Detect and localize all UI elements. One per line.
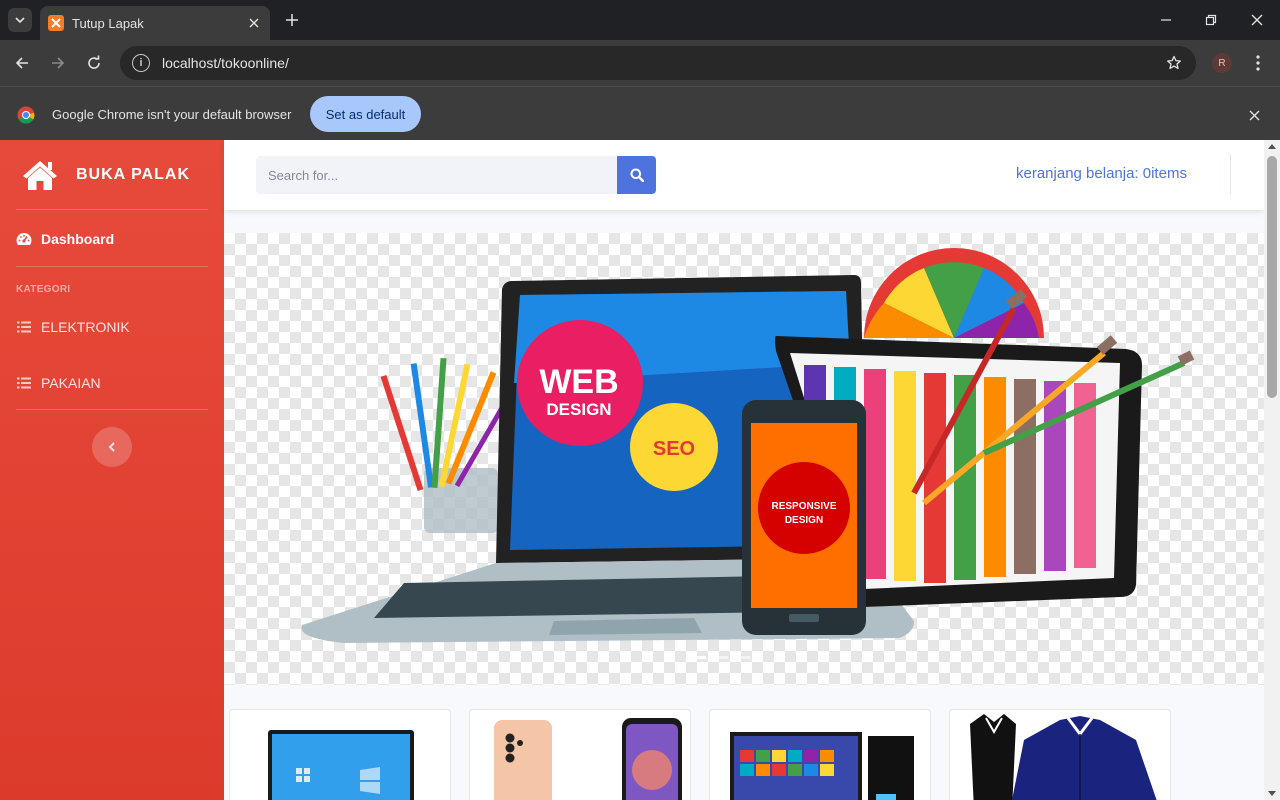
product-card[interactable] bbox=[949, 709, 1171, 800]
phone-product-image bbox=[494, 718, 682, 800]
default-browser-infobar: Google Chrome isn't your default browser… bbox=[0, 86, 1280, 140]
sidebar-item-label: ELEKTRONIK bbox=[41, 319, 130, 335]
scroll-down-arrow-icon[interactable] bbox=[1268, 791, 1276, 796]
laptop-text-web: WEB bbox=[539, 363, 618, 401]
shirt-product-image bbox=[970, 714, 1157, 800]
home-icon bbox=[23, 161, 57, 190]
browser-tab-strip: Tutup Lapak bbox=[0, 0, 1280, 40]
search-icon bbox=[630, 168, 644, 182]
sidebar-heading: KATEGORI bbox=[16, 284, 71, 295]
close-tab-icon[interactable] bbox=[246, 15, 262, 31]
xampp-favicon-icon bbox=[48, 15, 64, 31]
brand-name: BUKA PALAK bbox=[76, 166, 190, 183]
product-card[interactable] bbox=[469, 709, 691, 800]
close-icon bbox=[1251, 14, 1263, 26]
laptop-text-design: DESIGN bbox=[546, 400, 611, 419]
set-as-default-button[interactable]: Set as default bbox=[310, 96, 421, 132]
back-button[interactable] bbox=[10, 51, 34, 75]
sidebar-item-pakaian[interactable]: PAKAIAN bbox=[16, 371, 208, 395]
sidebar-brand[interactable]: BUKA PALAK bbox=[22, 158, 190, 192]
browser-tab[interactable]: Tutup Lapak bbox=[40, 6, 270, 40]
reload-icon bbox=[88, 55, 100, 69]
product-card[interactable] bbox=[709, 709, 931, 800]
plus-icon bbox=[286, 14, 298, 26]
forward-button[interactable] bbox=[46, 51, 70, 75]
list-icon bbox=[16, 319, 32, 335]
product-grid bbox=[229, 709, 1189, 800]
profile-avatar[interactable]: R bbox=[1212, 53, 1232, 73]
tachometer-icon bbox=[16, 231, 32, 247]
close-icon bbox=[1249, 110, 1259, 120]
desktop-pc-product-image bbox=[730, 732, 914, 800]
laptop-product-image bbox=[268, 730, 414, 800]
chevron-down-icon bbox=[15, 17, 25, 23]
minimize-icon bbox=[1161, 19, 1171, 21]
chrome-logo-icon bbox=[17, 106, 35, 124]
restore-icon bbox=[1205, 14, 1217, 26]
new-tab-button[interactable] bbox=[282, 10, 302, 30]
main-content: keranjang belanja: 0items bbox=[224, 140, 1264, 800]
bookmark-star-icon[interactable] bbox=[1164, 53, 1184, 73]
sidebar-item-label: Dashboard bbox=[41, 231, 115, 247]
sidebar-toggle-button[interactable] bbox=[92, 427, 132, 467]
sidebar-item-label: PAKAIAN bbox=[41, 375, 101, 391]
site-info-icon[interactable]: i bbox=[132, 54, 150, 72]
close-window-button[interactable] bbox=[1245, 8, 1269, 32]
web-design-illustration: WEB DESIGN SEO RESPONSIVE DESIGN bbox=[301, 248, 1195, 659]
arrow-right-icon bbox=[52, 57, 65, 69]
topbar-divider bbox=[1230, 154, 1231, 194]
hero-banner-image: WEB DESIGN SEO RESPONSIVE DESIGN bbox=[224, 233, 1264, 685]
tab-search-button[interactable] bbox=[8, 8, 32, 32]
phone-text-responsive: RESPONSIVE bbox=[771, 501, 836, 512]
carousel-indicators bbox=[692, 656, 750, 659]
page-scrollbar[interactable] bbox=[1264, 140, 1280, 800]
scroll-up-arrow-icon[interactable] bbox=[1268, 144, 1276, 149]
pencil-cup-graphic bbox=[380, 357, 515, 533]
url-text: localhost/tokoonline/ bbox=[162, 55, 289, 71]
restore-button[interactable] bbox=[1199, 8, 1223, 32]
product-card[interactable] bbox=[229, 709, 451, 800]
phone-graphic: RESPONSIVE DESIGN bbox=[742, 400, 866, 635]
search-form bbox=[256, 156, 656, 194]
sidebar: BUKA PALAK Dashboard KATEGORI ELEKTRONIK… bbox=[0, 140, 224, 800]
infobar-message: Google Chrome isn't your default browser bbox=[52, 107, 292, 122]
kebab-menu-icon bbox=[1256, 55, 1260, 71]
page-viewport: BUKA PALAK Dashboard KATEGORI ELEKTRONIK… bbox=[0, 140, 1280, 800]
chevron-left-icon bbox=[108, 442, 115, 452]
sidebar-divider bbox=[16, 409, 208, 410]
address-bar[interactable]: i localhost/tokoonline/ bbox=[120, 46, 1196, 80]
tab-title: Tutup Lapak bbox=[72, 15, 144, 31]
search-button[interactable] bbox=[617, 156, 656, 194]
sidebar-item-dashboard[interactable]: Dashboard bbox=[16, 227, 208, 251]
list-icon bbox=[16, 375, 32, 391]
sidebar-divider bbox=[16, 266, 208, 267]
seo-text: SEO bbox=[653, 438, 695, 460]
sidebar-divider bbox=[16, 209, 208, 210]
topbar: keranjang belanja: 0items bbox=[224, 140, 1264, 210]
reload-button[interactable] bbox=[82, 51, 106, 75]
scrollbar-thumb[interactable] bbox=[1267, 156, 1277, 398]
sidebar-item-elektronik[interactable]: ELEKTRONIK bbox=[16, 315, 208, 339]
cart-link[interactable]: keranjang belanja: 0items bbox=[1016, 165, 1187, 182]
arrow-left-icon bbox=[15, 57, 28, 69]
search-input[interactable] bbox=[256, 156, 617, 194]
phone-text-design: DESIGN bbox=[785, 515, 823, 526]
browser-toolbar: i localhost/tokoonline/ R bbox=[0, 40, 1280, 86]
infobar-close-button[interactable] bbox=[1244, 105, 1264, 125]
minimize-button[interactable] bbox=[1154, 8, 1178, 32]
browser-menu-button[interactable] bbox=[1248, 51, 1268, 75]
